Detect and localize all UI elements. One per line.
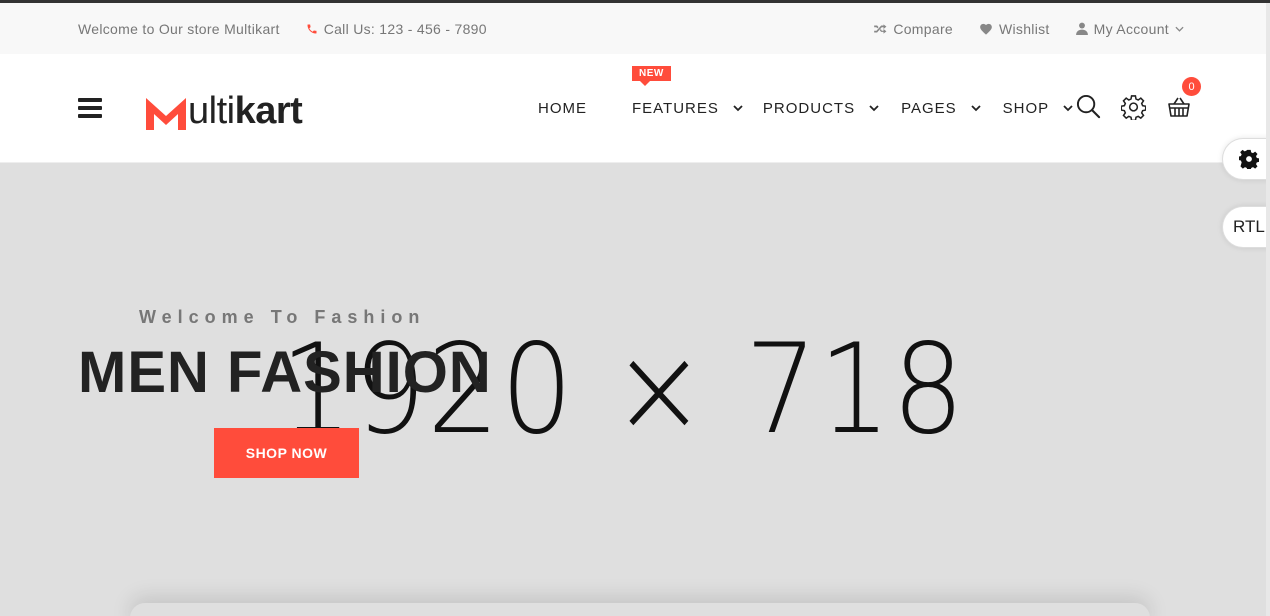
nav-features[interactable]: NEW FEATURES [632, 66, 743, 117]
search-icon[interactable] [1076, 94, 1101, 119]
main-nav: HOME NEW FEATURES PRODUCTS PAGES SHOP [538, 54, 1073, 163]
heart-icon [980, 23, 992, 35]
shop-now-button[interactable]: SHOP NOW [214, 428, 359, 478]
nav-home-label: HOME [538, 100, 587, 117]
nav-products[interactable]: PRODUCTS [763, 100, 879, 117]
cart-button[interactable]: 0 [1166, 77, 1201, 119]
nav-shop-label: SHOP [1002, 100, 1050, 117]
wishlist-link[interactable]: Wishlist [979, 21, 1050, 37]
nav-shop[interactable]: SHOP [1003, 100, 1074, 117]
shuffle-icon [874, 23, 887, 34]
welcome-text: Welcome to Our store Multikart [78, 20, 280, 37]
gear-icon[interactable] [1121, 94, 1146, 120]
gear-icon [1238, 149, 1259, 169]
wishlist-label: Wishlist [999, 20, 1050, 37]
logo-bold: kart [234, 90, 303, 132]
top-bar: Welcome to Our store Multikart Call Us: … [0, 3, 1270, 54]
nav-pages-label: PAGES [901, 100, 957, 117]
compare-label: Compare [893, 20, 953, 37]
logo[interactable]: ultikart [146, 90, 303, 132]
chevron-down-icon [733, 105, 743, 112]
logo-thin: ulti [188, 90, 235, 132]
content-shadow [130, 603, 1150, 616]
hero-headline: MEN FASHION [78, 340, 492, 405]
nav-features-label: FEATURES [632, 100, 719, 117]
rtl-toggle-tab[interactable]: RTL [1222, 206, 1270, 248]
cart-count-badge: 0 [1182, 77, 1201, 96]
chevron-down-icon [1063, 105, 1073, 112]
user-icon [1075, 22, 1088, 35]
chevron-down-icon [971, 105, 981, 112]
my-account-label: My Account [1093, 20, 1169, 37]
nav-pages[interactable]: PAGES [901, 100, 981, 117]
hamburger-icon[interactable] [78, 98, 102, 118]
hero-banner: 1920 × 718 Welcome To Fashion MEN FASHIO… [0, 163, 1270, 616]
nav-products-label: PRODUCTS [762, 100, 856, 117]
phone-text: Call Us: 123 - 456 - 7890 [323, 20, 487, 37]
theme-settings-tab[interactable] [1222, 138, 1270, 180]
phone-icon [307, 24, 317, 33]
chevron-down-icon [869, 105, 879, 112]
logo-m-mark [146, 98, 186, 130]
my-account-dropdown[interactable]: My Account [1075, 20, 1184, 37]
scrollbar[interactable] [1266, 3, 1270, 616]
logo-wordmark: ultikart [188, 90, 303, 132]
hero-subtitle: Welcome To Fashion [139, 307, 426, 327]
nav-home[interactable]: HOME [538, 100, 587, 117]
phone-contact: Call Us: 123 - 456 - 7890 [306, 21, 487, 37]
compare-link[interactable]: Compare [873, 21, 953, 37]
main-header: ultikart HOME NEW FEATURES PRODUCTS PAGE… [0, 54, 1270, 163]
rtl-label: RTL [1233, 217, 1265, 236]
header-icons: 0 [1076, 77, 1201, 120]
basket-icon [1167, 97, 1190, 117]
new-badge: NEW [632, 66, 671, 86]
chevron-down-icon [1175, 26, 1184, 32]
